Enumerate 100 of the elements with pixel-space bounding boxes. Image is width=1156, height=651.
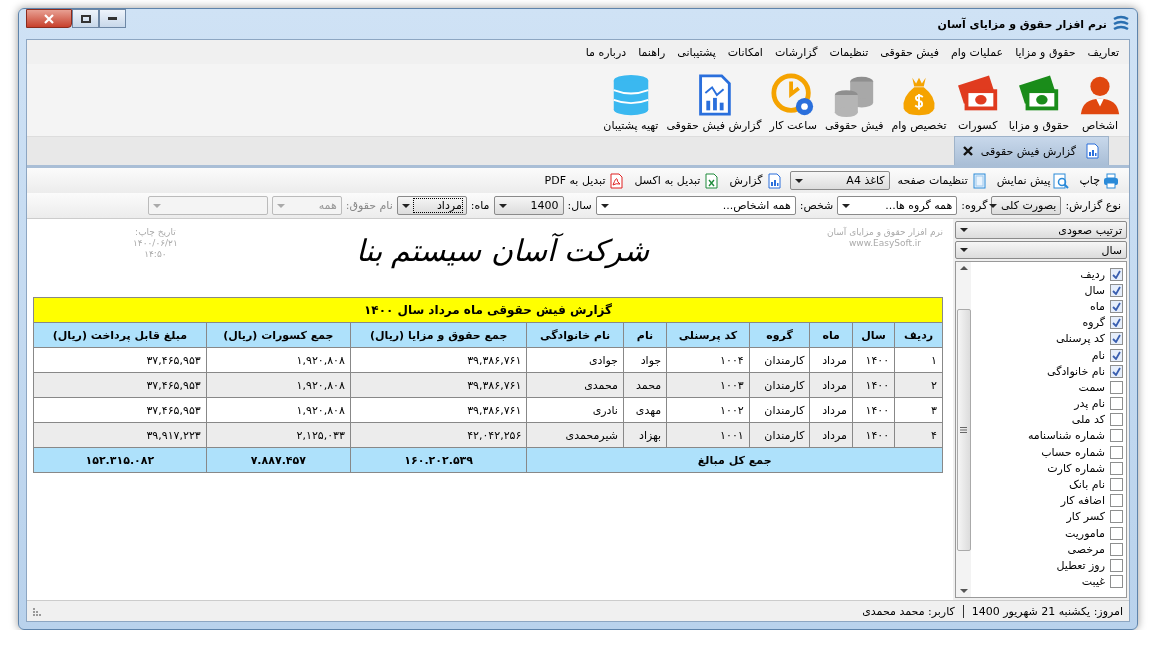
ribbon-button[interactable]: کسورات [954,72,1001,132]
menu-item[interactable]: راهنما [632,44,672,64]
checkbox[interactable] [1110,283,1123,297]
checkbox[interactable] [1110,494,1123,508]
toolbar-button[interactable]: گزارش [727,172,784,189]
checkbox-label: کد پرسنلی [1056,332,1105,346]
checkbox[interactable] [1110,461,1123,475]
filter-label: گروه: [961,199,988,212]
document-tab[interactable]: گزارش فیش حقوقی [953,136,1109,165]
filter-combo[interactable]: مرداد [396,196,467,215]
menu-item[interactable]: حقوق و مزایا [1009,44,1082,64]
total-cell: ۱۶۰.۲۰۲.۵۳۹ [350,447,527,473]
checkbox[interactable] [1110,429,1123,443]
table-cell: کارمندان [749,372,810,398]
menu-item[interactable]: پشتیبانی [671,44,722,64]
checkbox-label: سال [1084,283,1105,297]
minimize-button[interactable] [99,9,126,28]
ribbon-button[interactable]: حقوق و مزایا [1008,72,1069,132]
caret-icon [842,203,851,208]
table-cell: کارمندان [749,347,810,373]
filter-combo[interactable]: همه اشخاص... [595,196,796,215]
checkbox[interactable] [1110,478,1123,492]
maximize-button[interactable] [72,9,99,28]
checkbox-label: نام پدر [1074,397,1105,411]
close-icon[interactable] [962,146,973,156]
caret-icon [276,203,285,208]
table-cell: ۱۴۰۰ [852,347,895,373]
menu-item[interactable]: درباره ما [579,44,633,64]
menu-item[interactable]: امکانات [721,44,769,64]
table-cell: ۳۹,۹۱۷,۲۲۳ [33,422,207,448]
toolbar-button[interactable]: تبدیل به اکسل [632,172,722,189]
filter-label: نوع گزارش: [1065,199,1121,212]
column-header: ردیف [894,322,943,348]
toolbar-button[interactable]: تنظیمات صفحه [895,172,989,189]
menu-item[interactable]: عملیات وام [944,44,1010,64]
ribbon-button[interactable]: فیش حقوقی [824,72,884,132]
table-cell: کارمندان [749,422,810,448]
printer-icon [1103,172,1119,189]
ribbon-button[interactable]: گزارش فیش حقوقی [666,72,762,132]
grip-icon [960,426,967,433]
close-button[interactable] [26,9,72,28]
ribbon-button[interactable]: ساعت کار [769,72,817,132]
table-cell: ۱۰۰۳ [666,372,750,398]
table-cell: ۳۹,۳۸۶,۷۶۱ [350,347,527,373]
checkbox[interactable] [1110,510,1123,524]
menu-item[interactable]: گزارشات [768,44,824,64]
checkbox[interactable] [1110,526,1123,540]
checkbox-label: شماره کارت [1047,461,1105,475]
scrollbar[interactable] [956,262,971,597]
toolbar-button[interactable]: پیش نمایش [994,172,1072,189]
menu-item[interactable]: تعاریف [1081,44,1125,64]
checkbox[interactable] [1110,348,1123,362]
table-cell: جوادی [526,347,624,373]
checkbox[interactable] [1110,445,1123,459]
checkbox[interactable] [1110,332,1123,346]
table-cell: جواد [623,347,667,373]
table-cell: محمدی [526,372,624,398]
checkbox-label: کد ملی [1071,413,1105,427]
caret-icon [960,228,968,232]
checkbox[interactable] [1110,413,1123,427]
checkbox[interactable] [1110,542,1123,556]
print-date: تاریخ چاپ: ۱۴۰۰/۰۶/۲۱ ۱۴:۵۰ [133,227,178,260]
caret-icon [401,203,410,208]
status-text: امروز: یکشنبه 21 شهریور 1400 [971,604,1123,618]
checkbox[interactable] [1110,558,1123,572]
checkbox-label: گروه [1082,316,1105,330]
table-cell: ۴۲,۰۴۲,۲۵۶ [350,422,527,448]
ribbon-button[interactable]: تهیه پشتیبان [603,72,659,132]
caret-icon [498,203,507,208]
table-cell: ۱ [894,347,943,373]
checkbox[interactable] [1110,575,1123,589]
checkbox[interactable] [1110,316,1123,330]
filter-combo[interactable]: بصورت کلی [991,196,1062,215]
chart-document-icon [765,172,782,189]
page-icon [970,172,987,189]
checkbox[interactable] [1110,364,1123,378]
checkbox-label: اضافه کار [1060,494,1105,508]
menu-item[interactable]: تنظیمات [823,44,875,64]
menu-item[interactable]: فیش حقوقی [874,44,945,64]
checkbox-label: مرخصی [1067,542,1105,556]
company-name: شرکت آسان سیستم بنا [355,233,650,268]
ribbon-button[interactable]: تخصیص وام [891,72,947,132]
group-by-combo[interactable]: سال [955,241,1127,259]
ribbon-button[interactable]: اشخاص [1077,72,1123,132]
column-header: جمع کسورات (ریال) [206,322,351,348]
toolbar-button[interactable]: چاپ [1077,172,1121,189]
sort-order-combo[interactable]: ترتیب صعودی [955,221,1127,239]
filter-combo[interactable]: همه گروه ها... [837,196,958,215]
toolbar-button[interactable]: تبدیل به PDF [542,172,627,189]
table-cell: ۱۴۰۰ [852,372,895,398]
column-header: سال [852,322,895,348]
checkbox-label: ماموریت [1065,526,1105,540]
filter-combo[interactable]: 1400 [493,196,564,215]
checkbox-label: ردیف [1080,267,1105,281]
checkbox[interactable] [1110,267,1123,281]
checkbox[interactable] [1110,380,1123,394]
checkbox[interactable] [1110,299,1123,313]
caret-icon [988,203,997,208]
checkbox[interactable] [1110,397,1123,411]
paper-size-combo[interactable]: کاغذ A4 [789,171,890,190]
